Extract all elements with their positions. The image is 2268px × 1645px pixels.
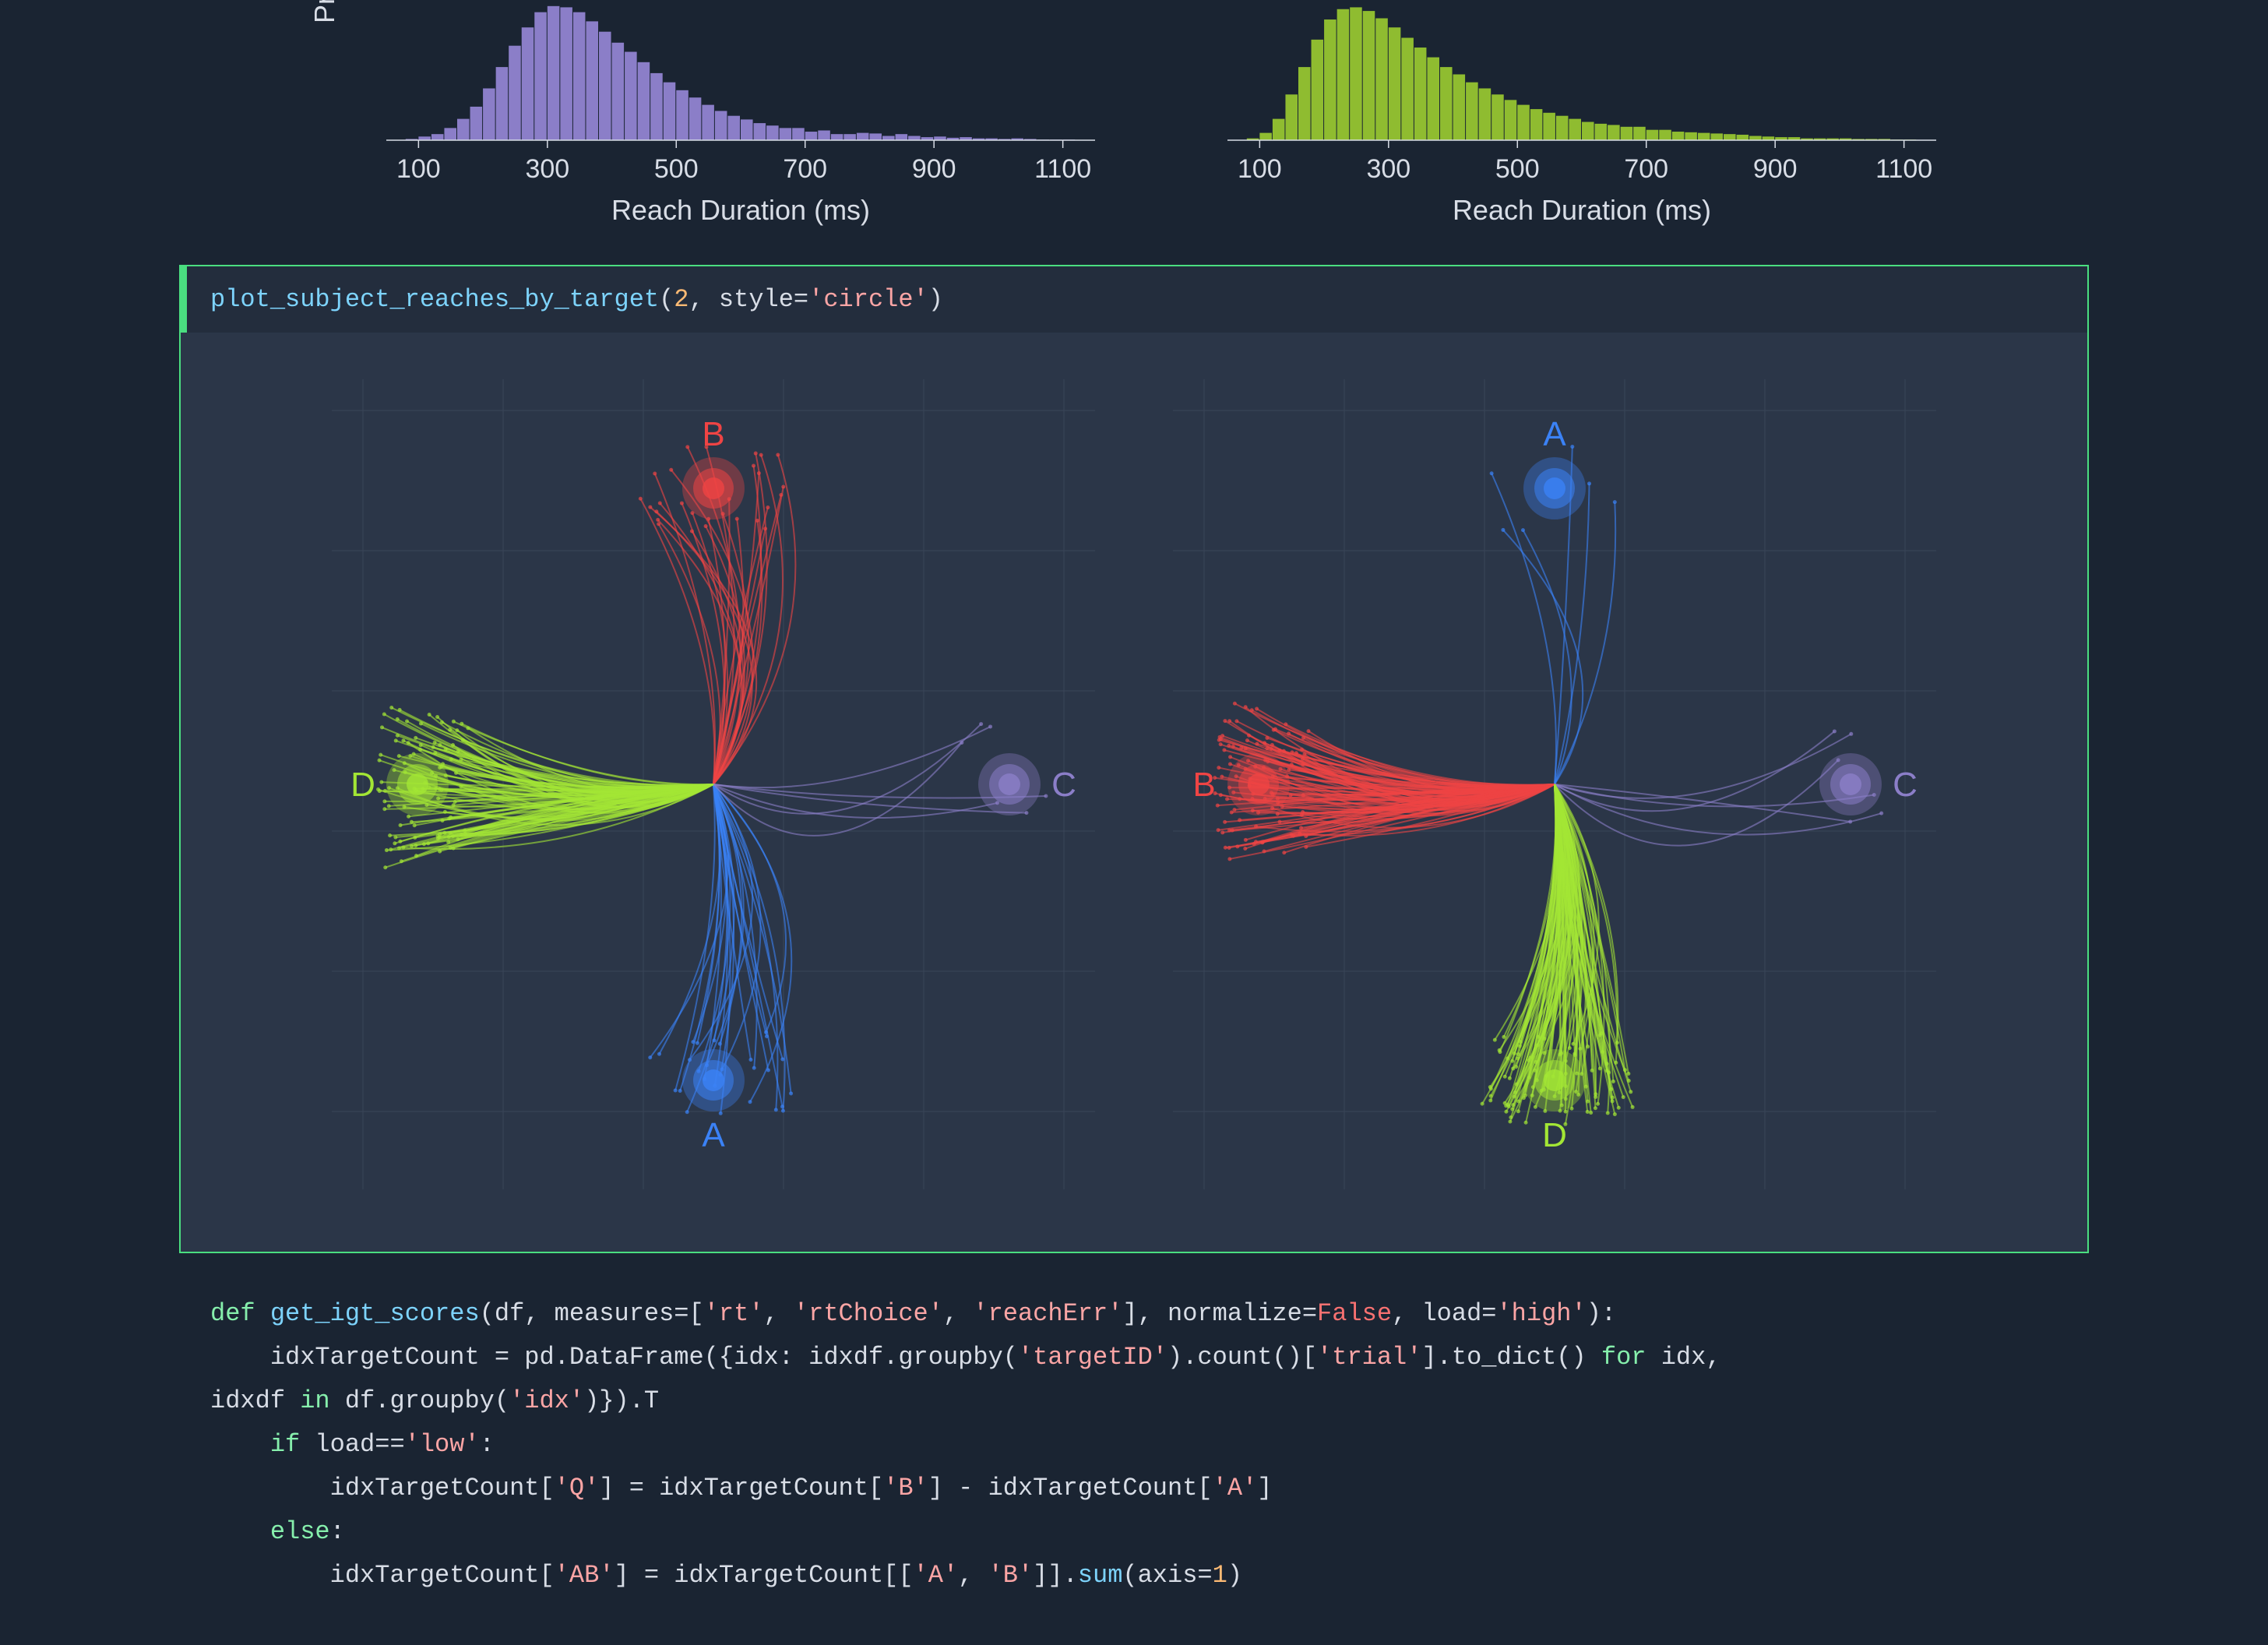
notebook-cell-code[interactable]: def get_igt_scores(df, measures=['rt', '… xyxy=(179,1277,2089,1613)
svg-text:700: 700 xyxy=(783,154,827,184)
svg-text:D: D xyxy=(350,766,375,804)
svg-text:500: 500 xyxy=(1495,154,1540,184)
svg-text:300: 300 xyxy=(1366,154,1410,184)
cell-output: A B C D A B C D xyxy=(181,333,2087,1252)
svg-text:Reach Duration (ms): Reach Duration (ms) xyxy=(611,194,870,226)
svg-text:A: A xyxy=(1543,415,1566,453)
hist-ylabel: Pr xyxy=(308,0,341,23)
cell-run-gutter[interactable] xyxy=(181,266,187,333)
svg-text:900: 900 xyxy=(912,154,956,184)
cell-input-area[interactable]: plot_subject_reaches_by_target(2, style=… xyxy=(181,266,2087,333)
svg-text:D: D xyxy=(1542,1116,1567,1154)
svg-text:900: 900 xyxy=(1753,154,1798,184)
svg-text:B: B xyxy=(1192,766,1215,804)
svg-text:Reach Duration (ms): Reach Duration (ms) xyxy=(1453,194,1711,226)
histogram-left: Pr 1003005007009001100Reach Duration (ms… xyxy=(316,0,1111,234)
histogram-row: Pr 100 300 500 700 900 1100 Reach Duration (ms… xyxy=(179,0,2089,234)
histogram-right: 100 300 500 700 900 1100 Reach Duration (ms) xyxy=(1157,0,1952,234)
reach-plot-left: A B C D xyxy=(316,364,1111,1205)
svg-text:C: C xyxy=(1893,766,1918,804)
svg-text:C: C xyxy=(1051,766,1076,804)
svg-text:A: A xyxy=(702,1116,725,1154)
svg-text:100: 100 xyxy=(1238,154,1282,184)
svg-text:500: 500 xyxy=(654,154,699,184)
reach-plot-right: A B C D xyxy=(1157,364,1952,1205)
svg-text:100: 100 xyxy=(396,154,441,184)
svg-text:B: B xyxy=(702,415,724,453)
svg-text:1100: 1100 xyxy=(1034,154,1091,184)
notebook-cell-selected[interactable]: plot_subject_reaches_by_target(2, style=… xyxy=(179,265,2089,1253)
svg-text:700: 700 xyxy=(1624,154,1668,184)
svg-text:300: 300 xyxy=(525,154,569,184)
cell-code[interactable]: plot_subject_reaches_by_target(2, style=… xyxy=(187,266,967,333)
svg-text:1100: 1100 xyxy=(1875,154,1932,184)
